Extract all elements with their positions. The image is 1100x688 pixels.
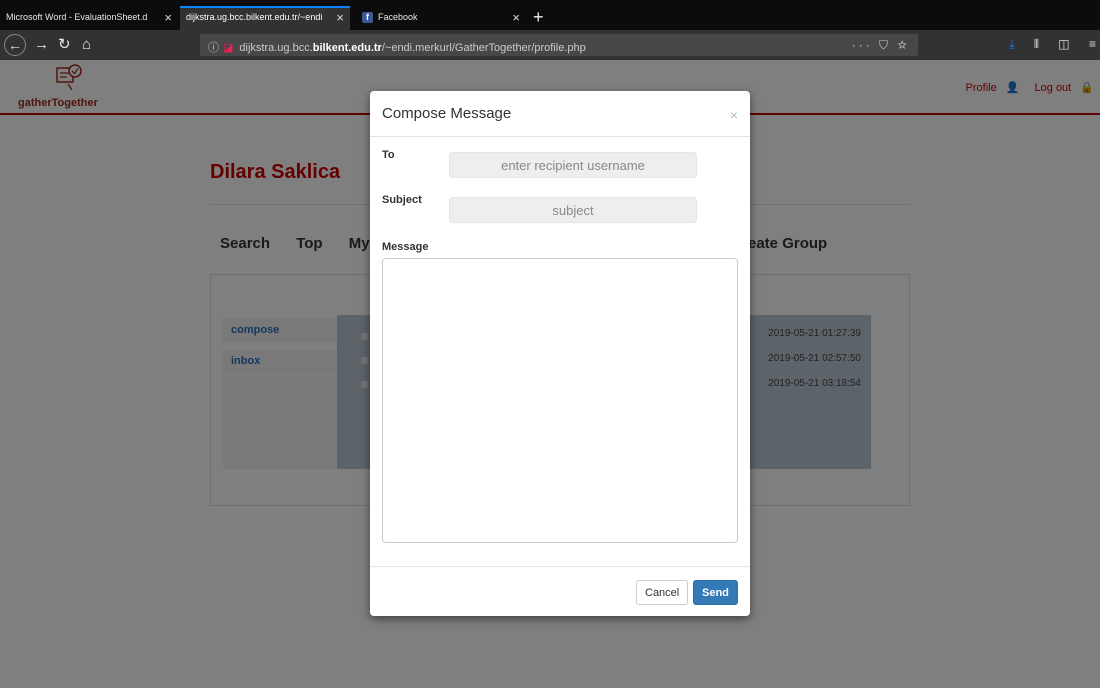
tab-facebook[interactable]: f Facebook ×: [356, 8, 526, 30]
reload-icon[interactable]: ↻: [58, 36, 71, 54]
menu-icon[interactable]: ≡: [1089, 37, 1096, 51]
tab-label: dijkstra.ug.bcc.bilkent.edu.tr/~endi: [186, 12, 323, 22]
modal-title: Compose Message: [382, 105, 512, 122]
url-path: /~endi.merkurl/GatherTogether/profile.ph…: [381, 42, 586, 54]
tab-profile[interactable]: dijkstra.ug.bcc.bilkent.edu.tr/~endi ×: [180, 6, 350, 30]
send-button[interactable]: Send: [693, 580, 738, 605]
browser-nav-bar: ← → ↻ ⌂ ⓘ ◪ dijkstra.ug.bcc.bilkent.edu.tr…: [0, 30, 1100, 60]
close-icon[interactable]: ×: [730, 107, 738, 123]
close-icon[interactable]: ×: [512, 10, 520, 25]
subject-input[interactable]: [449, 197, 697, 223]
modal-footer: Cancel Send: [370, 566, 750, 616]
tab-word[interactable]: Microsoft Word - EvaluationSheet.d ×: [0, 8, 178, 30]
modal-header: Compose Message ×: [370, 91, 750, 137]
toolbar-icons: ⤓ ⫴ ◫ ≡: [993, 37, 1096, 52]
message-label: Message: [382, 241, 429, 253]
info-icon[interactable]: ⓘ: [208, 42, 219, 54]
home-icon[interactable]: ⌂: [82, 36, 91, 54]
forward-arrow-icon[interactable]: →: [34, 36, 49, 54]
url-bar[interactable]: ⓘ ◪ dijkstra.ug.bcc.bilkent.edu.tr/~endi.m…: [200, 34, 918, 56]
download-icon[interactable]: ⤓: [1009, 37, 1014, 51]
new-tab-icon[interactable]: +: [533, 8, 544, 26]
library-icon[interactable]: ⫴: [1034, 37, 1039, 51]
page-actions-icons[interactable]: ··· ⛉ ☆: [852, 38, 910, 53]
url-domain: bilkent.edu.tr: [312, 42, 382, 54]
browser-tab-bar: Microsoft Word - EvaluationSheet.d × dij…: [0, 0, 1100, 30]
subject-label: Subject: [382, 194, 422, 206]
close-icon[interactable]: ×: [164, 10, 172, 25]
facebook-icon: f: [362, 12, 373, 23]
cancel-button[interactable]: Cancel: [636, 580, 689, 605]
tab-label: Facebook: [378, 12, 418, 22]
url-prefix: dijkstra.ug.bcc.: [239, 42, 313, 54]
recipient-input[interactable]: [449, 152, 697, 178]
back-arrow-icon[interactable]: ←: [4, 34, 26, 56]
to-label: To: [382, 149, 395, 161]
sidebar-icon[interactable]: ◫: [1058, 37, 1069, 51]
message-textarea[interactable]: [382, 258, 738, 543]
compose-modal: Compose Message × To Subject Message Can…: [370, 91, 750, 616]
insecure-lock-icon[interactable]: ◪: [223, 42, 233, 54]
close-icon[interactable]: ×: [336, 10, 344, 25]
tab-label: Microsoft Word - EvaluationSheet.d: [6, 12, 148, 22]
